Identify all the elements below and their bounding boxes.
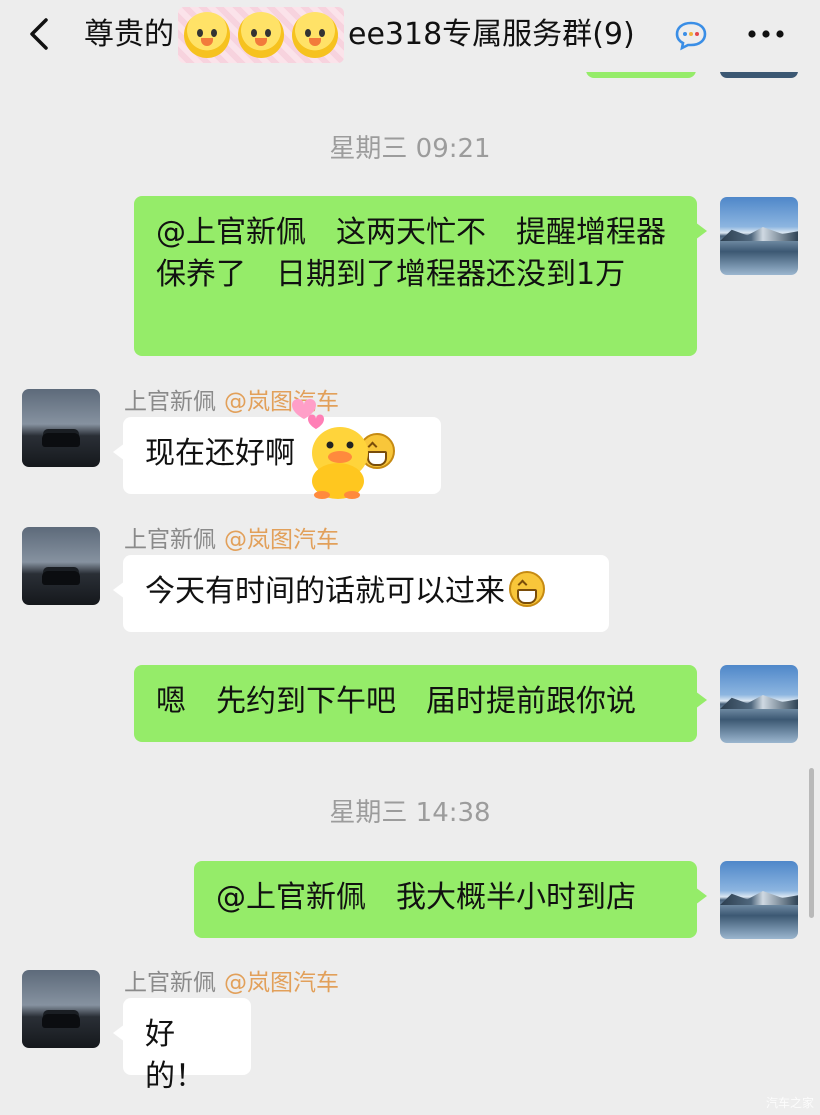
timestamp: 星期三 09:21 xyxy=(329,134,491,164)
incoming-message[interactable]: 好的！ xyxy=(113,998,251,1094)
message-text: 现在还好啊 xyxy=(145,436,295,471)
sender-name-text: 上官新佩 xyxy=(124,389,216,415)
sender-name-text: 上官新佩 xyxy=(124,527,216,553)
watermark: 汽车之家 xyxy=(765,1096,814,1110)
incoming-message[interactable]: 现在还好啊 xyxy=(113,417,441,494)
sender-avatar[interactable] xyxy=(22,970,100,1048)
incoming-message[interactable]: 今天有时间的话就可以过来 xyxy=(113,555,609,632)
sender-name-text: 上官新佩 xyxy=(124,970,216,996)
outgoing-message[interactable]: @上官新佩 我大概半小时到店 xyxy=(194,861,707,938)
chick-emoji-icon xyxy=(292,12,338,58)
sender-org: @岚图汽车 xyxy=(224,389,339,415)
sender-avatar[interactable] xyxy=(22,389,100,467)
outgoing-message[interactable]: @上官新佩 这两天忙不 提醒增程器保养了 日期到了增程器还没到1万 xyxy=(134,196,707,356)
chevron-left-icon[interactable] xyxy=(22,14,58,54)
timestamp: 星期三 14:38 xyxy=(329,798,491,828)
outgoing-message[interactable]: 嗯 先约到下午吧 届时提前跟你说 xyxy=(134,665,707,742)
chick-emoji-icon xyxy=(238,12,284,58)
group-chat-icon[interactable] xyxy=(674,19,708,51)
chat-title[interactable]: 尊贵的 ee318专属服务群 (9) xyxy=(84,7,635,63)
member-count: (9) xyxy=(592,17,635,52)
my-avatar[interactable] xyxy=(720,665,798,743)
message-text: 今天有时间的话就可以过来 xyxy=(145,574,505,609)
my-avatar[interactable] xyxy=(720,861,798,939)
more-dots-icon[interactable] xyxy=(745,22,787,46)
sender-avatar[interactable] xyxy=(22,527,100,605)
chick-emoji-icon xyxy=(184,12,230,58)
title-prefix: 尊贵的 xyxy=(84,17,174,52)
title-suffix: ee318专属服务群 xyxy=(348,17,593,52)
chat-header: 尊贵的 ee318专属服务群 (9) xyxy=(0,0,820,72)
sender-name: 上官新佩 @岚图汽车 xyxy=(124,382,339,416)
grin-emoji-icon xyxy=(359,433,395,469)
sender-org: @岚图汽车 xyxy=(224,970,339,996)
grin-emoji-icon xyxy=(509,571,545,607)
scrollbar[interactable] xyxy=(809,768,814,918)
sender-org: @岚图汽车 xyxy=(224,527,339,553)
chick-sticker-group xyxy=(178,7,344,63)
sender-name: 上官新佩 @岚图汽车 xyxy=(124,963,339,997)
my-avatar[interactable] xyxy=(720,197,798,275)
sender-name: 上官新佩 @岚图汽车 xyxy=(124,520,339,554)
